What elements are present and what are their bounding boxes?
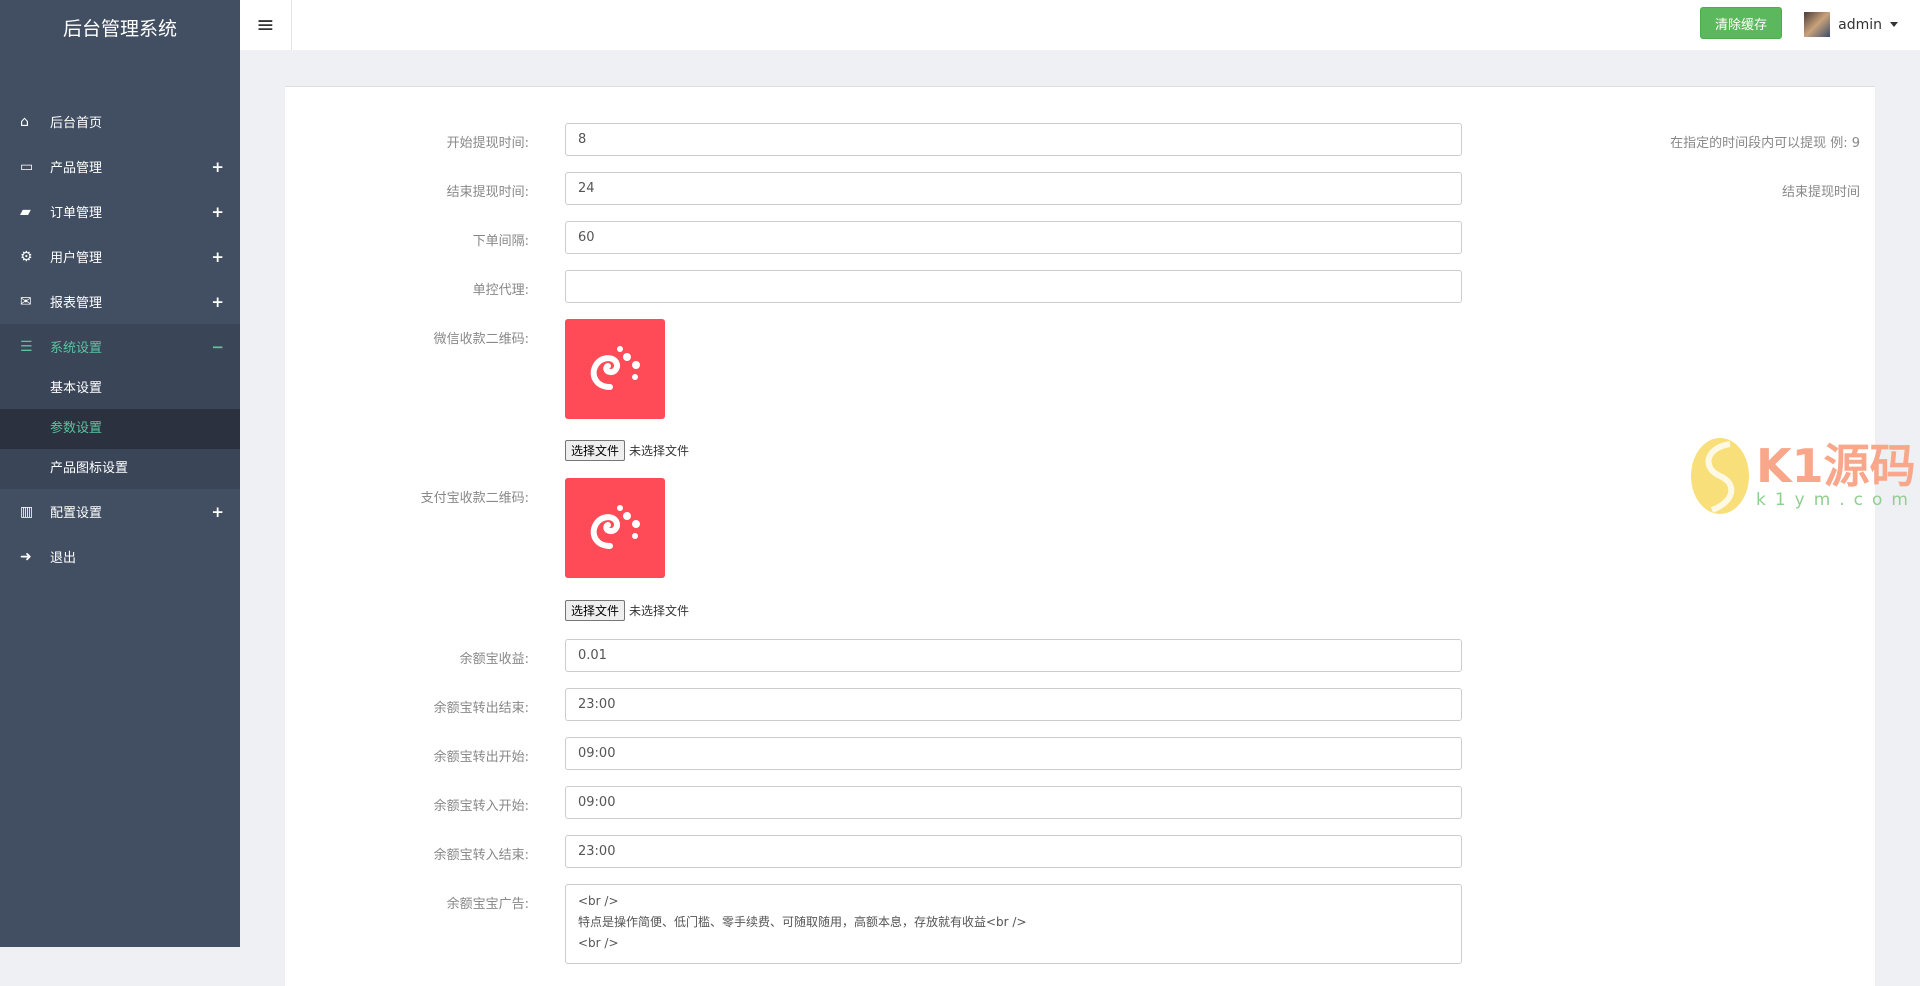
yeb-in-start-input[interactable] — [565, 786, 1462, 819]
label: 系统设置 — [50, 341, 103, 356]
label: 后台首页 — [50, 116, 103, 131]
label: 余额宝转出开始: — [433, 750, 529, 765]
avatar — [1804, 12, 1831, 37]
top-header: ≡ 清除缓存 admin — [240, 0, 1920, 50]
label: 配置设置 — [50, 506, 103, 521]
book-icon: ▰ — [20, 203, 31, 220]
user-menu[interactable]: admin — [1804, 12, 1898, 37]
expand-icon: + — [211, 292, 224, 311]
settings-form: 开始提现时间: 在指定的时间段内可以提现 例: 9 结束提现时间: 结束提现时间 下… — [285, 86, 1875, 986]
label: 余额宝转入开始: — [433, 799, 529, 814]
tasks-icon: ☰ — [20, 338, 33, 355]
caret-down-icon — [1890, 22, 1898, 27]
alipay-qr-image — [565, 478, 665, 578]
collapse-icon: − — [211, 337, 224, 356]
help-text: 结束提现时间 — [1781, 185, 1860, 200]
sidebar-item-config[interactable]: ▥ 配置设置 + — [0, 489, 240, 534]
label: 余额宝收益: — [459, 652, 529, 667]
label: 结束提现时间: — [446, 185, 529, 200]
sidebar-item-users[interactable]: ⚙ 用户管理 + — [0, 234, 240, 279]
label: 产品管理 — [50, 161, 103, 176]
no-file-text: 未选择文件 — [629, 444, 690, 458]
expand-icon: + — [211, 202, 224, 221]
brand-title: 后台管理系统 — [62, 18, 177, 40]
sidebar-item-products[interactable]: ▭ 产品管理 + — [0, 144, 240, 189]
label: 单控代理: — [472, 283, 529, 298]
yeb-out-end-input[interactable] — [565, 688, 1462, 721]
username: admin — [1838, 16, 1882, 33]
label: 微信收款二维码: — [433, 332, 529, 347]
watermark-text: K1源码 — [1756, 439, 1916, 493]
end-withdraw-time-input[interactable] — [565, 172, 1462, 205]
envelope-icon: ✉ — [20, 293, 32, 310]
order-interval-input[interactable] — [565, 221, 1462, 254]
label: 订单管理 — [50, 206, 103, 221]
single-agent-input[interactable] — [565, 270, 1462, 303]
label: 余额宝宝广告: — [446, 897, 529, 912]
menu-toggle-icon[interactable]: ≡ — [240, 0, 292, 50]
watermark-s-icon — [1691, 438, 1749, 514]
sidebar: 后台管理系统 ⌂ 后台首页 ▭ 产品管理 + ▰ 订单管理 + ⚙ 用户管理 + ✉ 报表管理 +… — [0, 0, 240, 947]
expand-icon: + — [211, 157, 224, 176]
choose-file-button[interactable]: 选择文件 — [565, 600, 626, 621]
start-withdraw-time-input[interactable] — [565, 123, 1462, 156]
yeb-ad-textarea[interactable]: <br /> 特点是操作简便、低门槛、零手续费、可随取随用，高额本息，存放就有收… — [565, 884, 1462, 964]
label: 余额宝转出结束: — [433, 701, 529, 716]
submenu-basic-settings[interactable]: 基本设置 — [0, 369, 240, 409]
label: 用户管理 — [50, 251, 103, 266]
sidebar-item-home[interactable]: ⌂ 后台首页 — [0, 99, 240, 144]
help-text: 在指定的时间段内可以提现 例: 9 — [1670, 136, 1860, 151]
submenu-parameter-settings[interactable]: 参数设置 — [0, 409, 240, 449]
label: 开始提现时间: — [446, 136, 529, 151]
label: 下单间隔: — [472, 234, 529, 249]
expand-icon: + — [211, 502, 224, 521]
no-file-text: 未选择文件 — [629, 604, 690, 618]
choose-file-button[interactable]: 选择文件 — [565, 440, 626, 461]
yeb-in-end-input[interactable] — [565, 835, 1462, 868]
yeb-out-start-input[interactable] — [565, 737, 1462, 770]
submenu-product-icon-settings[interactable]: 产品图标设置 — [0, 449, 240, 489]
alipay-file-picker: 选择文件 未选择文件 — [565, 600, 1920, 621]
label: 余额宝转入结束: — [433, 848, 529, 863]
label: 报表管理 — [50, 296, 103, 311]
yeb-income-input[interactable] — [565, 639, 1462, 672]
wechat-qr-image — [565, 319, 665, 419]
bar-chart-icon: ▥ — [20, 503, 34, 520]
laptop-icon: ▭ — [20, 158, 34, 175]
sidebar-item-orders[interactable]: ▰ 订单管理 + — [0, 189, 240, 234]
label: 支付宝收款二维码: — [420, 491, 529, 506]
gears-icon: ⚙ — [20, 248, 33, 265]
watermark-url: k1ym.com — [1756, 490, 1917, 510]
sidebar-nav: ⌂ 后台首页 ▭ 产品管理 + ▰ 订单管理 + ⚙ 用户管理 + ✉ 报表管理 + ☰ 系统设置 −… — [0, 99, 240, 579]
system-submenu: 基本设置 参数设置 产品图标设置 — [0, 369, 240, 489]
expand-icon: + — [211, 247, 224, 266]
sidebar-item-system[interactable]: ☰ 系统设置 − — [0, 324, 240, 369]
sidebar-item-reports[interactable]: ✉ 报表管理 + — [0, 279, 240, 324]
sidebar-item-logout[interactable]: ➜ 退出 — [0, 534, 240, 579]
watermark-logo: K1源码 k1ym.com — [1690, 436, 1917, 516]
label: 退出 — [50, 551, 77, 566]
home-icon: ⌂ — [20, 113, 29, 130]
clear-cache-button[interactable]: 清除缓存 — [1700, 7, 1782, 39]
sign-in-icon: ➜ — [20, 548, 32, 565]
